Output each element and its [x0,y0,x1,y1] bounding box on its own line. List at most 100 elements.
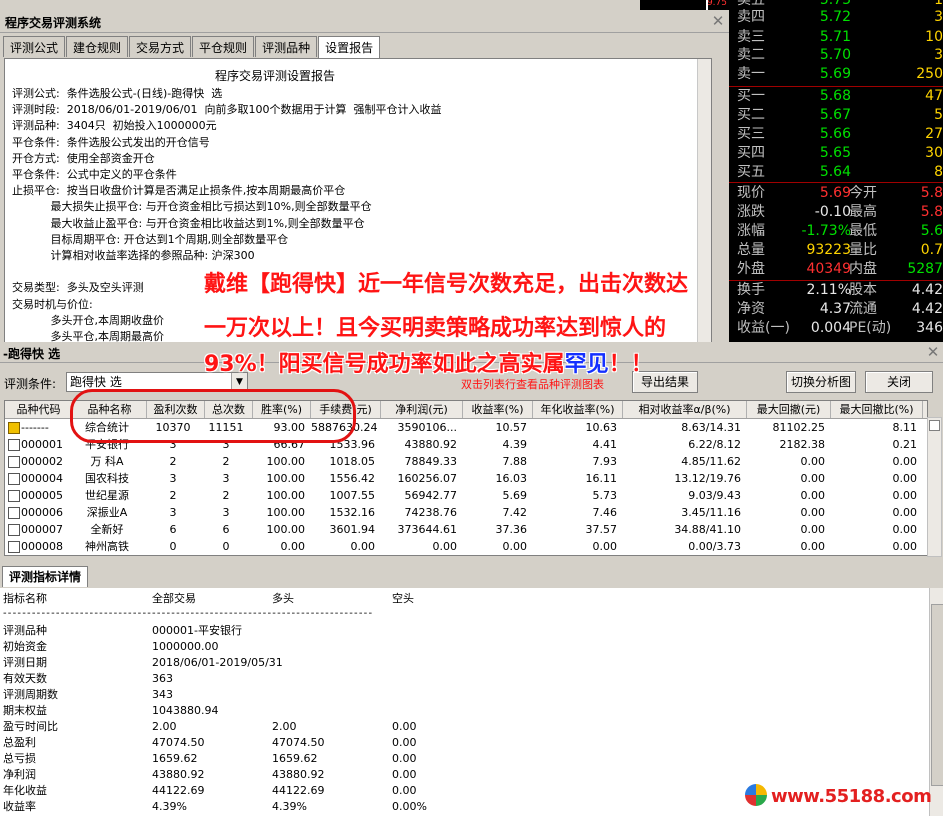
table-cell: 000008 [21,540,63,553]
table-cell: 10.63 [585,421,618,434]
highlight-oval [70,389,356,443]
column-header[interactable]: 年化收益率(%) [533,401,623,418]
report-textbox[interactable]: 程序交易评测设置报告 评测公式: 条件选股公式-(日线)-跑得快 选评测时段: … [4,58,712,344]
detail-header: 全部交易 [152,592,196,605]
column-header[interactable]: 最大回撤(元) [747,401,831,418]
switch-chart-button[interactable]: 切换分析图 [786,371,856,393]
table-cell: 0.00 [892,455,918,468]
table-cell: 0.00 [892,472,918,485]
close-button[interactable]: 关闭 [865,371,933,393]
table-cell: 000007 [21,523,63,536]
stat-label: 最高 [849,204,877,220]
quote-volume: 3 [934,47,943,63]
checkbox-icon[interactable] [8,507,20,519]
table-row[interactable]: 000007 全新好 6 6 100.00 3601.94 373644.61 37.36 37… [5,521,927,538]
tab-detail[interactable]: 评测指标详情 [2,566,89,587]
quote-row: 卖二 5.70 3 [729,46,943,65]
table-cell: ------- [21,421,49,434]
column-header[interactable]: 净利润(元) [381,401,463,418]
table-cell: 3 [169,472,177,485]
table-cell: 0 [222,540,230,553]
checkbox-icon[interactable] [8,439,20,451]
detail-cell: 47074.50 [152,736,205,749]
table-cell: 3 [222,472,230,485]
checkbox-icon[interactable] [8,541,20,553]
detail-cell: 1000000.00 [152,640,219,653]
quote-volume: 10 [925,29,943,45]
tab-formula[interactable]: 评测公式 [3,36,66,57]
report-dialog-titlebar[interactable]: 程序交易评测系统 ✕ [0,10,729,33]
table-cell: 0.00 [800,455,826,468]
stat-value: 5287 [907,261,943,277]
scroll-thumb[interactable] [929,420,940,431]
folder-icon[interactable] [8,422,20,434]
checkbox-icon[interactable] [8,473,20,485]
table-cell: 100.00 [266,523,306,536]
table-cell: 2 [169,455,177,468]
tab-trade-mode[interactable]: 交易方式 [129,36,192,57]
table-row[interactable]: 000006 深振业A 3 3 100.00 1532.16 74238.76 7.42 7.4… [5,504,927,521]
quote-label: 买二 [737,107,765,123]
condition-label: 评测条件: [4,377,57,391]
tab-close-rule[interactable]: 平仓规则 [192,36,255,57]
stat-value: 5.8 [920,185,943,201]
close-icon[interactable]: ✕ [711,14,725,29]
table-cell: 13.12/19.76 [674,472,741,485]
detail-panel: 评测指标详情 指标名称 全部交易 多头 空头 ---------------------… [0,564,943,816]
report-title: 程序交易评测设置报告 [214,69,335,83]
table-cell: 10.57 [495,421,528,434]
table-cell: 100.00 [266,506,306,519]
table-cell: 3 [222,506,230,519]
quote-volume: 27 [925,126,943,142]
table-cell: 16.11 [585,472,618,485]
chart-bar [706,0,708,10]
column-header[interactable]: 收益率(%) [463,401,533,418]
table-row[interactable]: 000005 世纪星源 2 2 100.00 1007.55 56942.77 5.69 5.7… [5,487,927,504]
table-cell: 深振业A [86,506,128,519]
detail-cell: 0.00 [392,736,417,749]
detail-cell: 评测周期数 [3,688,58,701]
quote-stat-row: 涨幅 -1.73% 最低 5.6 [729,222,943,241]
results-title: -跑得快 选 [3,347,61,361]
close-icon[interactable]: ✕ [926,345,940,360]
column-header[interactable]: 品种代码 [5,401,73,418]
detail-cell: 评测日期 [3,656,47,669]
table-cell: 2182.38 [779,438,826,451]
table-vscrollbar[interactable] [927,417,942,557]
table-cell: 81102.25 [772,421,826,434]
quote-row: 卖一 5.69 250 [729,65,943,84]
table-cell: 0.00 [350,540,376,553]
stat-value: -1.73% [801,223,851,239]
stat-value: 0.004 [810,320,851,336]
report-scrollbar[interactable] [697,59,711,343]
table-row[interactable]: 000008 神州高铁 0 0 0.00 0.00 0.00 0.00 0.00 0.00/3.7… [5,538,927,555]
checkbox-icon[interactable] [8,456,20,468]
table-cell: 0.00 [502,540,528,553]
quote-label: 卖一 [737,66,765,82]
quote-row: 买二 5.67 5 [729,106,943,125]
column-header[interactable]: 最大回撤比(%) [831,401,923,418]
checkbox-icon[interactable] [8,524,20,536]
quote-volume: 250 [916,66,943,82]
table-cell: 37.57 [585,523,618,536]
checkbox-icon[interactable] [8,490,20,502]
table-cell: 3 [169,506,177,519]
quote-price: 5.72 [819,9,851,25]
tab-open-rule[interactable]: 建仓规则 [66,36,129,57]
quote-row: 买四 5.65 30 [729,144,943,163]
table-row[interactable]: 000004 国农科技 3 3 100.00 1556.42 160256.07 16.03 1… [5,470,927,487]
table-cell: 4.41 [592,438,618,451]
table-cell: 34.88/41.10 [674,523,741,536]
column-header[interactable]: 相对收益率α/β(%) [623,401,747,418]
overlay-line-3-blue: 罕见 [564,352,609,377]
tab-symbols[interactable]: 评测品种 [255,36,318,57]
detail-cell: 0.00 [392,720,417,733]
table-cell: 8.11 [892,421,918,434]
detail-cell: 总盈利 [3,736,36,749]
overlay-line-1: 戴维【跑得快】近一年信号次数充足，出击次数达 [204,272,689,297]
scroll-thumb[interactable] [931,604,943,786]
tab-settings-report[interactable]: 设置报告 [318,36,381,60]
table-cell: 373644.61 [397,523,458,536]
table-row[interactable]: 000002 万 科A 2 2 100.00 1018.05 78849.33 7.88 7.9… [5,453,927,470]
detail-cell: 1659.62 [272,752,318,765]
